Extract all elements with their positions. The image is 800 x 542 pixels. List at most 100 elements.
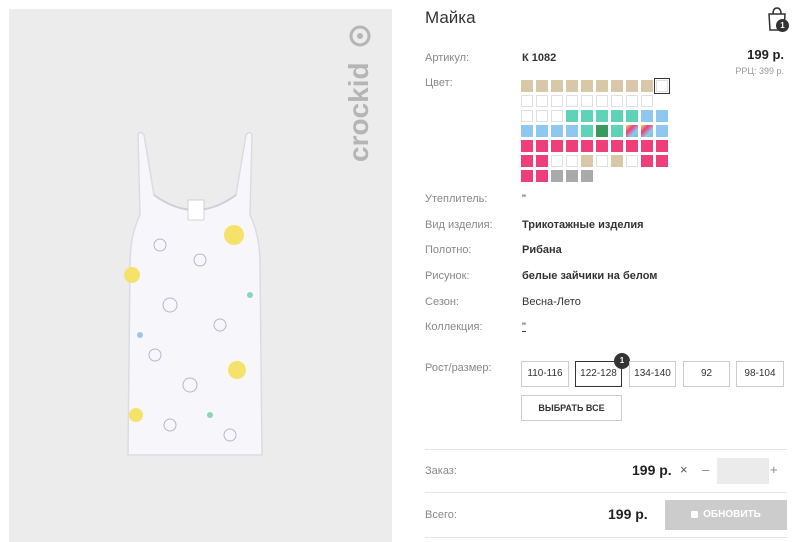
color-swatch[interactable] (656, 155, 668, 167)
color-swatch[interactable] (521, 95, 533, 107)
color-swatch[interactable] (596, 95, 608, 107)
brand-logo: crockid (343, 25, 374, 162)
color-swatch[interactable] (656, 140, 668, 152)
color-swatch[interactable] (641, 140, 653, 152)
color-swatch[interactable] (566, 110, 578, 122)
color-swatch[interactable] (551, 140, 563, 152)
color-swatch[interactable] (611, 80, 623, 92)
type-value: Трикотажные изделия (522, 219, 644, 231)
color-swatch[interactable] (551, 155, 563, 167)
color-swatch[interactable] (656, 110, 668, 122)
color-swatch[interactable] (581, 140, 593, 152)
color-swatch[interactable] (521, 170, 533, 182)
fabric-label: Полотно: (425, 244, 472, 256)
size-option-110-116[interactable]: 110-116 (521, 361, 569, 387)
color-swatch[interactable] (581, 155, 593, 167)
color-swatch[interactable] (611, 140, 623, 152)
color-swatch[interactable] (641, 125, 653, 137)
color-swatch[interactable] (521, 140, 533, 152)
season-label: Сезон: (425, 296, 459, 308)
print-value: белые зайчики на белом (522, 270, 658, 282)
color-swatch[interactable] (626, 110, 638, 122)
color-swatch[interactable] (596, 140, 608, 152)
divider (425, 537, 787, 538)
color-swatch[interactable] (581, 170, 593, 182)
update-button-label: ОБНОВИТЬ (703, 509, 761, 520)
color-swatch[interactable] (611, 110, 623, 122)
color-swatch[interactable] (641, 80, 653, 92)
color-swatch[interactable] (596, 125, 608, 137)
color-swatch[interactable] (581, 125, 593, 137)
product-price: 199 р. (747, 47, 784, 62)
total-price: 199 р. (608, 506, 648, 522)
product-title: Майка (425, 8, 476, 27)
color-swatch[interactable] (566, 140, 578, 152)
color-swatch[interactable] (521, 110, 533, 122)
update-button[interactable]: ОБНОВИТЬ (665, 500, 787, 530)
size-option-134-140[interactable]: 134-140 (629, 361, 676, 387)
color-swatch[interactable] (551, 80, 563, 92)
color-swatch[interactable] (536, 110, 548, 122)
color-swatch[interactable] (641, 155, 653, 167)
color-swatch[interactable] (521, 80, 533, 92)
color-swatch[interactable] (626, 80, 638, 92)
color-swatch[interactable] (654, 78, 670, 94)
color-swatch[interactable] (551, 110, 563, 122)
color-swatch[interactable] (566, 170, 578, 182)
color-swatch[interactable] (566, 95, 578, 107)
color-swatch[interactable] (521, 125, 533, 137)
color-swatch[interactable] (626, 125, 638, 137)
color-swatch[interactable] (596, 110, 608, 122)
recommended-price: РРЦ: 399 р. (735, 66, 784, 76)
color-swatch[interactable] (536, 95, 548, 107)
color-swatch[interactable] (626, 155, 638, 167)
color-swatch[interactable] (611, 125, 623, 137)
color-swatch[interactable] (566, 155, 578, 167)
color-swatch[interactable] (521, 155, 533, 167)
divider (425, 449, 787, 450)
color-swatch[interactable] (536, 80, 548, 92)
size-label: Рост/размер: (425, 362, 492, 374)
divider (425, 492, 787, 493)
order-price: 199 р. (632, 462, 672, 478)
color-swatch[interactable] (536, 125, 548, 137)
color-swatch[interactable] (611, 95, 623, 107)
refresh-icon (691, 510, 699, 518)
color-swatch[interactable] (551, 170, 563, 182)
total-label: Всего: (425, 509, 457, 521)
select-all-button[interactable]: ВЫБРАТЬ ВСЕ (521, 395, 622, 421)
collection-label: Коллекция: (425, 321, 483, 333)
color-swatch[interactable] (566, 80, 578, 92)
color-swatch[interactable] (596, 80, 608, 92)
collection-link[interactable]: " (522, 321, 526, 333)
color-swatch[interactable] (566, 125, 578, 137)
increase-button[interactable]: + (770, 462, 778, 477)
size-option-92[interactable]: 92 (683, 361, 730, 387)
size-option-98-104[interactable]: 98-104 (736, 361, 784, 387)
insulation-label: Утеплитель: (425, 193, 488, 205)
color-swatch[interactable] (536, 155, 548, 167)
color-swatch[interactable] (551, 125, 563, 137)
color-swatch[interactable] (536, 170, 548, 182)
product-photo (124, 131, 263, 456)
color-swatch[interactable] (611, 155, 623, 167)
decrease-button[interactable]: – (702, 462, 709, 477)
color-swatch[interactable] (641, 95, 653, 107)
article-label: Артикул: (425, 52, 470, 64)
color-swatch[interactable] (536, 140, 548, 152)
color-swatch[interactable] (581, 80, 593, 92)
color-swatch[interactable] (626, 140, 638, 152)
color-swatch[interactable] (656, 125, 668, 137)
svg-text:crockid: crockid (343, 62, 374, 162)
color-swatch[interactable] (626, 95, 638, 107)
quantity-input[interactable] (717, 458, 769, 484)
type-label: Вид изделия: (425, 219, 493, 231)
insulation-value: " (522, 193, 526, 205)
color-swatch[interactable] (641, 110, 653, 122)
color-swatch[interactable] (551, 95, 563, 107)
color-label: Цвет: (425, 77, 453, 89)
color-swatch[interactable] (581, 95, 593, 107)
color-swatch[interactable] (581, 110, 593, 122)
size-count-badge: 1 (614, 353, 630, 369)
color-swatch[interactable] (596, 155, 608, 167)
